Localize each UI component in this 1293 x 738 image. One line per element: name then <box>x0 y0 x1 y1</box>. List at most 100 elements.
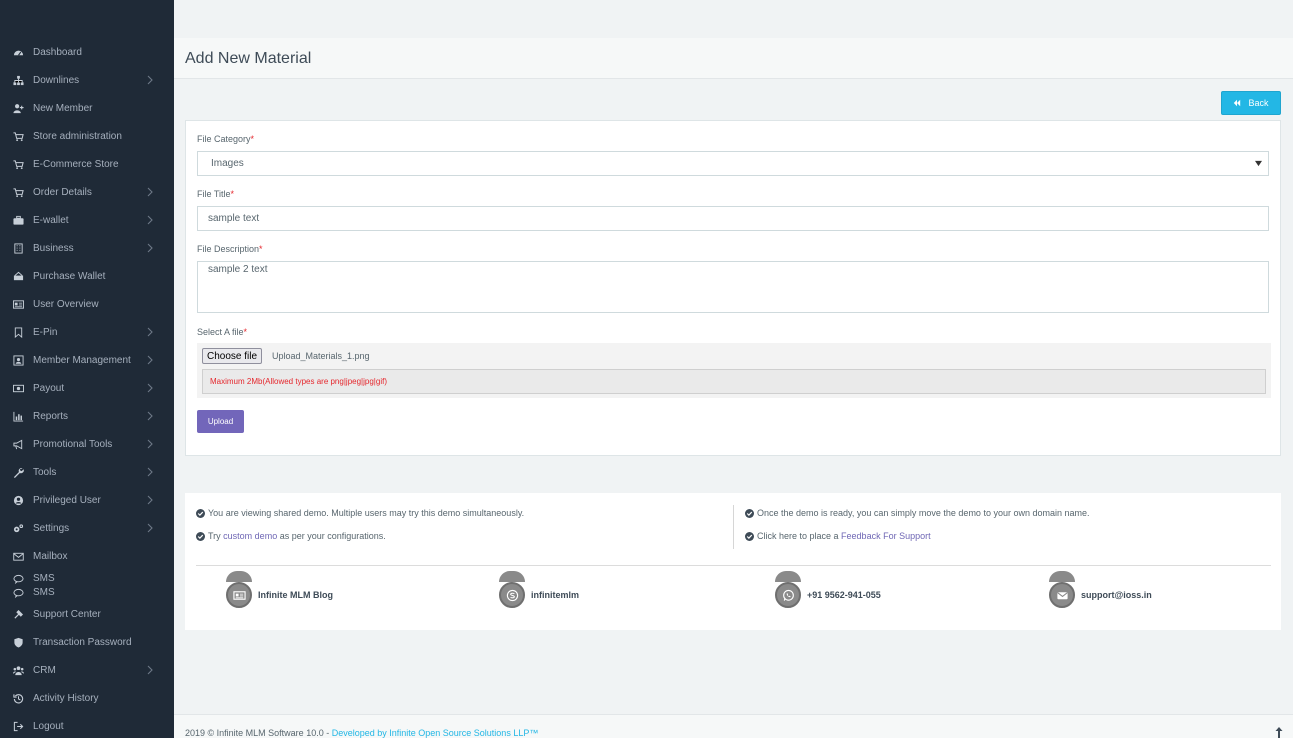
envelope-icon <box>12 550 24 562</box>
sidebar-item-label: E-Commerce Store <box>33 158 119 170</box>
arrow-up-icon[interactable] <box>1275 727 1283 738</box>
sidebar-item-e-pin[interactable]: E-Pin <box>0 318 174 346</box>
check-circle-icon <box>196 531 205 541</box>
contact-whatsapp-label: +91 9562-941-055 +91 9562-941-055 <box>807 578 881 600</box>
back-button[interactable]: Back <box>1221 91 1281 115</box>
sidebar-item-new-member[interactable]: New Member <box>0 94 174 122</box>
sidebar-item-purchase-wallet[interactable]: Purchase Wallet <box>0 262 174 290</box>
gears-icon <box>12 522 24 534</box>
sidebar-item-dashboard[interactable]: Dashboard <box>0 38 174 66</box>
contact-whatsapp-ghost: +91 9562-941-055 <box>807 574 881 579</box>
chevron-right-icon <box>147 495 153 505</box>
bullhorn-icon <box>12 438 24 450</box>
newspaper-icon <box>226 582 252 608</box>
chevron-right-icon <box>147 665 153 675</box>
icon-ghost <box>499 571 525 582</box>
file-category-value: Images <box>211 158 244 169</box>
sidebar-item-label: Privileged User <box>33 494 101 506</box>
user-circle-icon <box>12 494 24 506</box>
sidebar-item-sms[interactable]: SMS SMS <box>0 570 174 600</box>
skype-icon <box>499 582 525 608</box>
sitemap-icon <box>12 74 24 86</box>
choose-file-button[interactable]: Choose file <box>202 348 263 364</box>
sidebar-item-store-administration[interactable]: Store administration <box>0 122 174 150</box>
envelope-icon <box>1049 582 1075 608</box>
file-category-select[interactable]: Images <box>197 151 1269 176</box>
sidebar-item-label: Promotional Tools <box>33 438 113 450</box>
contact-skype-label: infinitemlm infinitemlm <box>531 578 580 600</box>
sidebar-item-label: Mailbox <box>33 550 68 562</box>
select-file-label-text: Select A file <box>197 327 244 337</box>
sidebar-item-label: SMS <box>33 573 55 584</box>
chevron-right-icon <box>147 439 153 449</box>
sidebar-item-support-center[interactable]: Support Center <box>0 600 174 628</box>
sidebar-item-label: SMS <box>33 587 55 598</box>
file-description-label-text: File Description <box>197 244 260 254</box>
page-header: Add New Material <box>174 38 1293 79</box>
sidebar-item-label: CRM <box>33 664 56 676</box>
file-size-hint: Maximum 2Mb(Allowed types are png|jpeg|j… <box>202 369 1266 394</box>
sidebar-item-e-wallet[interactable]: E-wallet <box>0 206 174 234</box>
required-mark: * <box>243 327 248 337</box>
user-box-icon <box>12 354 24 366</box>
user-plus-icon <box>12 102 24 114</box>
sidebar-item-business[interactable]: Business <box>0 234 174 262</box>
bookmark-icon <box>12 326 24 338</box>
sidebar-item-label: Purchase Wallet <box>33 270 106 282</box>
upload-button[interactable]: Upload <box>197 410 244 433</box>
contact-skype[interactable]: infinitemlm infinitemlm <box>499 571 580 619</box>
sidebar-item-user-overview[interactable]: User Overview <box>0 290 174 318</box>
bar-chart-icon <box>12 410 24 422</box>
tools-icon <box>12 608 24 620</box>
backward-icon <box>1234 99 1241 107</box>
file-description-textarea[interactable]: sample 2 text <box>197 261 1269 313</box>
sidebar-item-downlines[interactable]: Downlines <box>0 66 174 94</box>
sidebar-item-order-details[interactable]: Order Details <box>0 178 174 206</box>
users-icon <box>12 664 24 676</box>
sidebar-item-member-management[interactable]: Member Management <box>0 346 174 374</box>
file-title-input[interactable]: sample text <box>197 206 1269 231</box>
contact-email-ghost: support@ioss.in <box>1081 574 1152 579</box>
contact-email[interactable]: support@ioss.in support@ioss.in <box>1049 571 1152 619</box>
sidebar-item-label: Dashboard <box>33 46 82 58</box>
contact-email-label: support@ioss.in support@ioss.in <box>1081 578 1152 600</box>
feedback-support-link[interactable]: Feedback For Support <box>841 531 931 541</box>
sidebar-item-label: Support Center <box>33 608 101 620</box>
sidebar-item-crm[interactable]: CRM <box>0 656 174 684</box>
sidebar-menu: Dashboard Downlines New Member Store admini… <box>0 0 174 738</box>
demo-info-panel: You are viewing shared demo. Multiple us… <box>185 493 1281 630</box>
sidebar-item-settings[interactable]: Settings <box>0 514 174 542</box>
sidebar-item-logout[interactable]: Logout <box>0 712 174 738</box>
sidebar-item-mailbox[interactable]: Mailbox <box>0 542 174 570</box>
page-footer: 2019 © Infinite MLM Software 10.0 - Deve… <box>174 714 1293 738</box>
sidebar-item-e-commerce-store[interactable]: E-Commerce Store <box>0 150 174 178</box>
chat-icon <box>12 572 24 600</box>
chevron-right-icon <box>147 243 153 253</box>
sidebar-item-label: E-wallet <box>33 214 69 226</box>
info-shared-demo-text: You are viewing shared demo. Multiple us… <box>208 508 525 518</box>
contact-blog[interactable]: Infinite MLM Blog Infinite MLM Blog <box>226 571 333 619</box>
check-circle-icon <box>745 531 754 541</box>
caret-down-icon <box>1255 160 1262 167</box>
dashboard-icon <box>12 46 24 58</box>
sidebar-item-transaction-password[interactable]: Transaction Password <box>0 628 174 656</box>
custom-demo-link[interactable]: custom demo <box>223 531 277 541</box>
sidebar-item-reports[interactable]: Reports <box>0 402 174 430</box>
sidebar-item-activity-history[interactable]: Activity History <box>0 684 174 712</box>
cart-icon <box>12 130 24 142</box>
sidebar-item-privileged-user[interactable]: Privileged User <box>0 486 174 514</box>
info-feedback: Click here to place a Feedback For Suppo… <box>745 531 931 541</box>
wrench-icon <box>12 466 24 478</box>
sidebar-item-tools[interactable]: Tools <box>0 458 174 486</box>
contact-blog-ghost: Infinite MLM Blog <box>258 574 333 579</box>
info-custom-demo: Try custom demo as per your configuratio… <box>196 531 386 541</box>
footer-developer-link[interactable]: Developed by Infinite Open Source Soluti… <box>332 728 539 738</box>
contact-skype-text: infinitemlm <box>531 590 580 600</box>
sidebar-item-label: New Member <box>33 102 93 114</box>
sidebar-item-promotional-tools[interactable]: Promotional Tools <box>0 430 174 458</box>
check-circle-icon <box>745 508 754 518</box>
footer-text: 2019 © Infinite MLM Software 10.0 - Deve… <box>185 728 538 738</box>
contact-whatsapp[interactable]: +91 9562-941-055 +91 9562-941-055 <box>775 571 881 619</box>
sidebar-item-payout[interactable]: Payout <box>0 374 174 402</box>
contact-skype-ghost: infinitemlm <box>531 574 579 579</box>
